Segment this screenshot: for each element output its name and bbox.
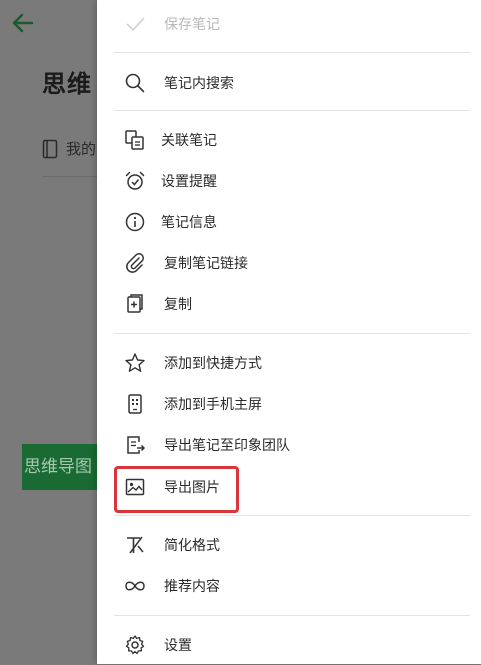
menu-item-label: 关联笔记 (161, 133, 217, 149)
back-arrow-icon[interactable] (10, 10, 36, 36)
menu-item-save-note[interactable]: 保存笔记 (97, 4, 481, 44)
menu-item-label: 笔记内搜索 (164, 76, 234, 92)
alarm-clock-icon (123, 169, 147, 193)
menu-item-copy-note-link[interactable]: 复制笔记链接 (97, 243, 481, 283)
menu-item-duplicate[interactable]: 复制 (97, 284, 481, 324)
menu-item-label: 导出笔记至印象团队 (164, 438, 290, 454)
infinity-icon (123, 574, 147, 598)
notebook-name: 我的 (66, 140, 97, 158)
menu-item-recommended-content[interactable]: 推荐内容 (97, 566, 481, 606)
menu-item-label: 推荐内容 (164, 579, 220, 595)
menu-divider (114, 52, 470, 53)
phone-homescreen-icon (123, 392, 147, 416)
info-icon (123, 210, 147, 234)
check-icon (123, 12, 147, 36)
clear-format-icon (123, 533, 147, 557)
menu-item-label: 复制 (164, 297, 192, 313)
menu-item-label: 添加到手机主屏 (164, 397, 262, 413)
highlight-box (114, 466, 239, 513)
title-divider (42, 176, 102, 177)
menu-divider (114, 333, 470, 334)
search-icon (123, 71, 147, 95)
menu-item-label: 保存笔记 (164, 17, 220, 33)
paperclip-icon (123, 251, 147, 275)
export-note-icon (123, 433, 147, 457)
note-options-menu: 保存笔记 笔记内搜索 关联笔记 设置提醒 笔记信息 复制笔记链接 复制 添加到快… (97, 0, 481, 664)
menu-item-export-to-team[interactable]: 导出笔记至印象团队 (97, 425, 481, 465)
mindmap-button[interactable]: 思维导图 (22, 444, 104, 490)
menu-item-search-in-note[interactable]: 笔记内搜索 (97, 63, 481, 103)
duplicate-icon (123, 292, 147, 316)
menu-item-related-notes[interactable]: 关联笔记 (97, 120, 481, 160)
note-title[interactable]: 思维 (42, 64, 92, 99)
menu-item-label: 复制笔记链接 (164, 256, 248, 272)
menu-item-label: 添加到快捷方式 (164, 356, 262, 372)
menu-item-note-info[interactable]: 笔记信息 (97, 202, 481, 242)
related-notes-icon (123, 128, 147, 152)
notebook-selector[interactable]: 我的 (42, 138, 96, 159)
menu-item-label: 设置提醒 (161, 174, 217, 190)
menu-item-label: 设置 (164, 638, 192, 654)
menu-item-set-reminder[interactable]: 设置提醒 (97, 161, 481, 201)
menu-divider (114, 515, 470, 516)
menu-divider (114, 615, 470, 616)
notebook-icon (42, 139, 58, 159)
gear-icon (123, 633, 147, 657)
menu-divider (114, 110, 470, 111)
menu-item-add-to-homescreen[interactable]: 添加到手机主屏 (97, 384, 481, 424)
menu-item-settings[interactable]: 设置 (97, 625, 481, 665)
menu-item-add-shortcut[interactable]: 添加到快捷方式 (97, 343, 481, 383)
menu-item-label: 笔记信息 (161, 215, 217, 231)
menu-item-label: 简化格式 (164, 538, 220, 554)
star-icon (123, 351, 147, 375)
menu-item-simplify-format[interactable]: 简化格式 (97, 525, 481, 565)
